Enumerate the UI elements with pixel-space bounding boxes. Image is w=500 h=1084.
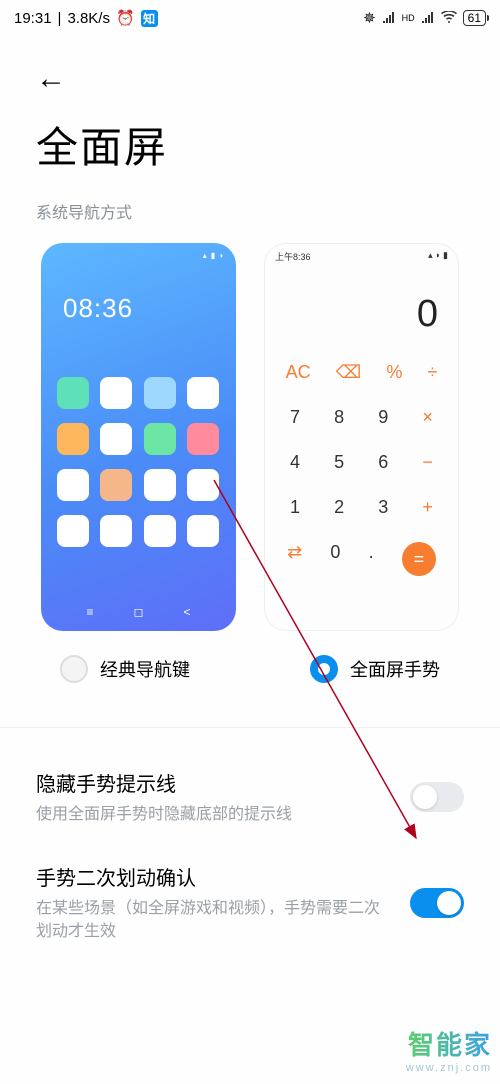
calc-key: 4 [290,452,300,473]
preview-nav-bar: ≡ ◻ < [41,605,236,619]
zhihu-icon: 知 [141,10,158,27]
preview-classic-nav[interactable]: ▴▮◗ 08:36 ≡ ◻ < [41,243,236,631]
preview-app-icon [57,469,89,501]
radio-label: 全面屏手势 [350,656,440,682]
calc-key: 3 [378,497,388,518]
watermark: 智能家 www.znj.com [406,1025,492,1074]
calc-key: 6 [378,452,388,473]
alarm-icon: ⏰ [116,9,135,27]
preview-app-icon [144,377,176,409]
signal-icon [382,10,396,27]
calc-key: + [422,497,433,518]
preview-status-icons: ▴▮◗ [203,251,224,260]
calc-key: = [402,542,436,576]
status-left: 19:31 | 3.8K/s ⏰ 知 [14,9,158,27]
calc-key: × [422,407,433,428]
calc-key: 5 [334,452,344,473]
home-icon: ◻ [134,605,144,619]
preview-app-icon [57,423,89,455]
calc-key: ⇄ [287,542,302,576]
setting-description: 使用全面屏手势时隐藏底部的提示线 [36,803,392,826]
preview-app-icon [187,515,219,547]
toggle-hide-hint[interactable] [410,782,464,812]
preview-app-icon [187,423,219,455]
calc-display: 0 [265,269,458,350]
toggle-knob [413,785,437,809]
preview-container: ▴▮◗ 08:36 ≡ ◻ < 上午8:36 ▴ ◗ ▮ 0 AC ⌫% ÷ 7 8 9 ×… [0,243,500,631]
radio-label: 经典导航键 [100,656,190,682]
calc-key: ÷ [428,362,438,383]
preview-status-icons: ▴ ◗ ▮ [428,250,448,263]
signal-icon-2 [421,10,435,27]
radio-unchecked-icon [60,655,88,683]
back-button[interactable]: ← [0,32,500,106]
calc-key: 2 [334,497,344,518]
wifi-icon [441,10,457,27]
preview-app-icon [100,515,132,547]
calc-key: ⌫ [336,362,361,383]
radio-classic-nav[interactable]: 经典导航键 [0,655,250,683]
back-icon: < [183,605,190,619]
preview-app-icon [57,515,89,547]
preview-app-icon [57,377,89,409]
preview-app-icon [187,469,219,501]
radio-gesture-nav[interactable]: 全面屏手势 [250,655,500,683]
page-title: 全面屏 [0,106,500,199]
preview-app-icon [144,469,176,501]
preview-gesture-nav[interactable]: 上午8:36 ▴ ◗ ▮ 0 AC ⌫% ÷ 7 8 9 × 4 5 6 − 1 2 3 + ⇄ 0. = [264,243,459,631]
calc-key: . [369,542,374,576]
preview-gesture-status: 上午8:36 ▴ ◗ ▮ [265,244,458,269]
status-right: ✵ HD 61 [363,9,486,27]
status-time: 19:31 [14,10,52,27]
toggle-double-swipe[interactable] [410,888,464,918]
preview-app-icon [187,377,219,409]
status-bar: 19:31 | 3.8K/s ⏰ 知 ✵ HD 61 [0,0,500,32]
calc-key: 9 [378,407,388,428]
setting-double-swipe-confirm[interactable]: 手势二次划动确认 在某些场景（如全屏游戏和视频），手势需要二次划动才生效 [0,862,500,979]
battery-icon: 61 [463,10,486,26]
menu-icon: ≡ [87,605,94,619]
setting-hide-hint-line[interactable]: 隐藏手势提示线 使用全面屏手势时隐藏底部的提示线 [0,768,500,862]
setting-title: 手势二次划动确认 [36,862,392,891]
section-label: 系统导航方式 [0,199,500,243]
calc-key: − [422,452,433,473]
setting-description: 在某些场景（如全屏游戏和视频），手势需要二次划动才生效 [36,897,392,943]
toggle-knob [437,891,461,915]
preview-app-icon [100,377,132,409]
calc-key: 1 [290,497,300,518]
watermark-url: www.znj.com [406,1062,492,1074]
preview-clock: 08:36 [63,293,133,324]
nav-mode-options: 经典导航键 全面屏手势 [0,631,500,727]
preview-app-icon [144,515,176,547]
calc-key: AC [286,362,311,383]
calc-keypad: AC ⌫% ÷ 7 8 9 × 4 5 6 − 1 2 3 + ⇄ 0. = [265,350,458,588]
divider [0,727,500,728]
calc-key: 0 [330,542,340,576]
watermark-text: 智能家 [406,1025,492,1062]
preview-app-icon [144,423,176,455]
calc-key: 7 [290,407,300,428]
preview-app-grid [57,377,220,547]
calc-key: % [386,362,402,383]
radio-checked-icon [310,655,338,683]
signal-hd-icon: HD [402,13,415,23]
status-speed: 3.8K/s [67,10,110,27]
preview-app-icon [100,423,132,455]
preview-app-icon [100,469,132,501]
calc-key: 8 [334,407,344,428]
back-arrow-icon: ← [36,62,66,95]
bluetooth-icon: ✵ [363,9,376,27]
setting-title: 隐藏手势提示线 [36,768,392,797]
